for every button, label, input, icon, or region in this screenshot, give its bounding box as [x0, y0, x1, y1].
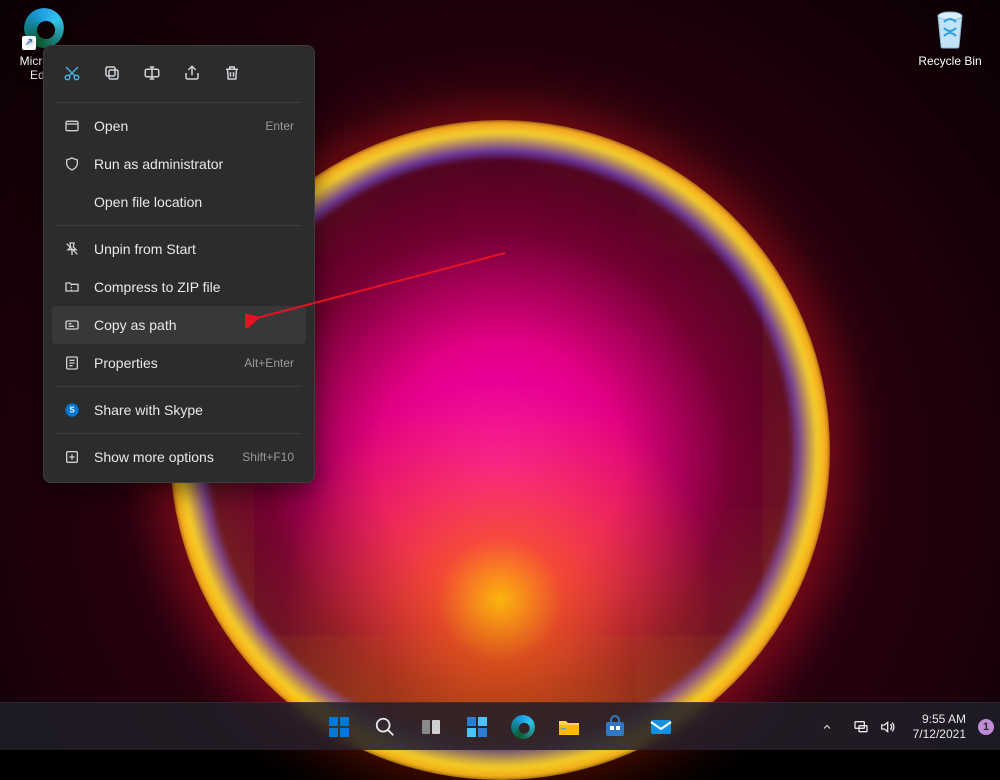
- system-tray[interactable]: [845, 707, 903, 747]
- context-menu: Open Enter Run as administrator Open fil…: [43, 45, 315, 483]
- rename-icon[interactable]: [132, 56, 172, 90]
- taskbar-explorer-button[interactable]: [549, 707, 589, 747]
- menu-item-run-admin[interactable]: Run as administrator: [52, 145, 306, 183]
- start-button[interactable]: [319, 707, 359, 747]
- path-icon: [64, 317, 80, 333]
- edge-icon: ↗: [22, 6, 66, 50]
- menu-item-compress-zip[interactable]: Compress to ZIP file: [52, 268, 306, 306]
- menu-item-show-more[interactable]: Show more options Shift+F10: [52, 438, 306, 476]
- menu-item-label: Properties: [94, 355, 230, 371]
- zip-icon: [64, 279, 80, 295]
- separator: [56, 386, 302, 387]
- menu-item-copy-as-path[interactable]: Copy as path: [52, 306, 306, 344]
- copy-icon[interactable]: [92, 56, 132, 90]
- taskbar-edge-button[interactable]: [503, 707, 543, 747]
- taskbar-clock[interactable]: 9:55 AM 7/12/2021: [907, 712, 972, 742]
- menu-item-share-skype[interactable]: S Share with Skype: [52, 391, 306, 429]
- network-icon: [853, 719, 869, 735]
- separator: [56, 433, 302, 434]
- menu-item-label: Show more options: [94, 449, 228, 465]
- shortcut-arrow-icon: ↗: [22, 36, 36, 50]
- menu-item-properties[interactable]: Properties Alt+Enter: [52, 344, 306, 382]
- clock-date: 7/12/2021: [913, 727, 966, 742]
- taskbar-mail-button[interactable]: [641, 707, 681, 747]
- taskbar-right: 9:55 AM 7/12/2021 1: [813, 703, 994, 750]
- clock-time: 9:55 AM: [913, 712, 966, 727]
- context-menu-icon-row: [48, 52, 310, 98]
- menu-item-label: Compress to ZIP file: [94, 279, 294, 295]
- open-icon: [64, 118, 80, 134]
- desktop-icon-label: Recycle Bin: [912, 54, 988, 68]
- delete-icon[interactable]: [212, 56, 252, 90]
- menu-item-label: Run as administrator: [94, 156, 294, 172]
- menu-item-label: Unpin from Start: [94, 241, 294, 257]
- menu-item-unpin-start[interactable]: Unpin from Start: [52, 230, 306, 268]
- menu-item-label: Share with Skype: [94, 402, 294, 418]
- skype-icon: S: [64, 402, 80, 418]
- tray-chevron[interactable]: [813, 707, 841, 747]
- menu-item-open-location[interactable]: Open file location: [52, 183, 306, 221]
- separator: [56, 102, 302, 103]
- cut-icon[interactable]: [52, 56, 92, 90]
- svg-text:S: S: [69, 406, 75, 415]
- separator: [56, 225, 302, 226]
- taskbar-store-button[interactable]: [595, 707, 635, 747]
- recycle-bin-icon: [928, 6, 972, 50]
- more-options-icon: [64, 449, 80, 465]
- menu-item-accel: Shift+F10: [242, 450, 294, 464]
- menu-item-label: Open file location: [94, 194, 294, 210]
- unpin-icon: [64, 241, 80, 257]
- menu-item-open[interactable]: Open Enter: [52, 107, 306, 145]
- taskbar-center: [319, 703, 681, 750]
- menu-item-label: Open: [94, 118, 251, 134]
- widgets-button[interactable]: [457, 707, 497, 747]
- shield-icon: [64, 156, 80, 172]
- menu-item-label: Copy as path: [94, 317, 294, 333]
- search-button[interactable]: [365, 707, 405, 747]
- notification-badge[interactable]: 1: [978, 719, 994, 735]
- taskbar: 9:55 AM 7/12/2021 1: [0, 702, 1000, 750]
- task-view-button[interactable]: [411, 707, 451, 747]
- menu-item-accel: Alt+Enter: [244, 356, 294, 370]
- share-icon[interactable]: [172, 56, 212, 90]
- desktop-icon-recycle-bin[interactable]: Recycle Bin: [912, 6, 988, 68]
- volume-icon: [879, 719, 895, 735]
- menu-item-accel: Enter: [265, 119, 294, 133]
- properties-icon: [64, 355, 80, 371]
